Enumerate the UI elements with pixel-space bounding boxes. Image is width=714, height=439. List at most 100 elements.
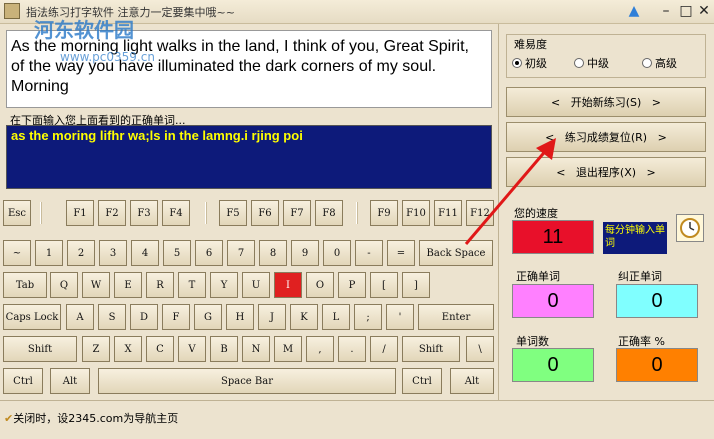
key-l[interactable]: L (322, 304, 350, 330)
key-m[interactable]: M (274, 336, 302, 362)
key-g[interactable]: G (194, 304, 222, 330)
key-p[interactable]: P (338, 272, 366, 298)
radio-dot-icon (642, 58, 652, 68)
key-f11[interactable]: F11 (434, 200, 462, 226)
key-space-bar[interactable]: Space Bar (98, 368, 396, 394)
key-caps-lock[interactable]: Caps Lock (3, 304, 61, 330)
key-u[interactable]: U (242, 272, 270, 298)
key-back-space[interactable]: Back Space (419, 240, 493, 266)
key-4[interactable]: 4 (131, 240, 159, 266)
key-n[interactable]: N (242, 336, 270, 362)
key-f[interactable]: F (162, 304, 190, 330)
key-[interactable]: ' (386, 304, 414, 330)
key-shift[interactable]: Shift (3, 336, 77, 362)
clock-icon (676, 214, 704, 242)
word-count-label: 单词数 (516, 335, 549, 348)
key-f12[interactable]: F12 (466, 200, 494, 226)
key-a[interactable]: A (66, 304, 94, 330)
app-icon (4, 3, 20, 19)
key-f9[interactable]: F9 (370, 200, 398, 226)
corrected-words-label: 纠正单词 (618, 270, 662, 283)
key-shift[interactable]: Shift (402, 336, 460, 362)
accuracy-value: 0 (616, 348, 698, 382)
key-d[interactable]: D (130, 304, 158, 330)
key-alt[interactable]: Alt (50, 368, 90, 394)
key-enter[interactable]: Enter (418, 304, 494, 330)
key-[interactable]: ] (402, 272, 430, 298)
key-e[interactable]: E (114, 272, 142, 298)
key-f3[interactable]: F3 (130, 200, 158, 226)
minimize-button[interactable]: – (656, 2, 676, 20)
reset-score-button[interactable]: < 练习成绩复位(R) > (506, 122, 706, 152)
start-practice-button[interactable]: < 开始新练习(S) > (506, 87, 706, 117)
key-9[interactable]: 9 (291, 240, 319, 266)
key-[interactable]: ~ (3, 240, 31, 266)
difficulty-title: 难易度 (514, 38, 547, 51)
key-f4[interactable]: F4 (162, 200, 190, 226)
key-2[interactable]: 2 (67, 240, 95, 266)
key-[interactable]: - (355, 240, 383, 266)
correct-words-label: 正确单词 (516, 270, 560, 283)
key-[interactable]: \ (466, 336, 494, 362)
maximize-button[interactable]: □ (676, 2, 696, 20)
corrected-words-value: 0 (616, 284, 698, 318)
speed-label: 您的速度 (514, 207, 558, 220)
key-w[interactable]: W (82, 272, 110, 298)
key-z[interactable]: Z (82, 336, 110, 362)
key-6[interactable]: 6 (195, 240, 223, 266)
key-[interactable]: = (387, 240, 415, 266)
key-h[interactable]: H (226, 304, 254, 330)
key-[interactable]: / (370, 336, 398, 362)
key-[interactable]: [ (370, 272, 398, 298)
key-r[interactable]: R (146, 272, 174, 298)
key-y[interactable]: Y (210, 272, 238, 298)
close-button[interactable]: ✕ (694, 2, 714, 20)
key-c[interactable]: C (146, 336, 174, 362)
key-x[interactable]: X (114, 336, 142, 362)
key-f6[interactable]: F6 (251, 200, 279, 226)
key-b[interactable]: B (210, 336, 238, 362)
key-0[interactable]: 0 (323, 240, 351, 266)
difficulty-intermediate[interactable]: 中级 (574, 55, 609, 71)
word-count-value: 0 (512, 348, 594, 382)
key-7[interactable]: 7 (227, 240, 255, 266)
key-o[interactable]: O (306, 272, 334, 298)
speed-value: 11 (512, 220, 594, 254)
accuracy-label: 正确率 % (618, 335, 665, 348)
key-f7[interactable]: F7 (283, 200, 311, 226)
key-[interactable]: , (306, 336, 334, 362)
exit-program-button[interactable]: < 退出程序(X) > (506, 157, 706, 187)
key-esc[interactable]: Esc (3, 200, 31, 226)
virtual-keyboard: Esc F1 F2 F3 F4 F5 F6 F7 F8 F9 F10 F11 F12 ~1 2 3 4 5 6 7 8 9… (0, 196, 498, 398)
key-s[interactable]: S (98, 304, 126, 330)
key-[interactable]: ; (354, 304, 382, 330)
skin-icon[interactable]: ▲ (624, 2, 644, 20)
key-q[interactable]: Q (50, 272, 78, 298)
key-ctrl[interactable]: Ctrl (3, 368, 43, 394)
key-f8[interactable]: F8 (315, 200, 343, 226)
key-alt[interactable]: Alt (450, 368, 494, 394)
key-ctrl[interactable]: Ctrl (402, 368, 442, 394)
key-3[interactable]: 3 (99, 240, 127, 266)
status-text[interactable]: ✔关闭时，设2345.com为导航主页 (4, 410, 178, 426)
key-v[interactable]: V (178, 336, 206, 362)
key-t[interactable]: T (178, 272, 206, 298)
key-tab[interactable]: Tab (3, 272, 47, 298)
key-separator (40, 202, 42, 224)
key-j[interactable]: J (258, 304, 286, 330)
speed-unit: 每分钟输入单词 (603, 222, 667, 254)
difficulty-beginner[interactable]: 初级 (512, 55, 547, 71)
key-k[interactable]: K (290, 304, 318, 330)
key-f2[interactable]: F2 (98, 200, 126, 226)
key-8[interactable]: 8 (259, 240, 287, 266)
key-f5[interactable]: F5 (219, 200, 247, 226)
watermark-logo: 河东软件园 (34, 18, 134, 42)
key-5[interactable]: 5 (163, 240, 191, 266)
key-[interactable]: . (338, 336, 366, 362)
key-1[interactable]: 1 (35, 240, 63, 266)
key-f1[interactable]: F1 (66, 200, 94, 226)
difficulty-advanced[interactable]: 高级 (642, 55, 677, 71)
key-i[interactable]: I (274, 272, 302, 298)
key-f10[interactable]: F10 (402, 200, 430, 226)
typing-input[interactable]: as the moring lifhr wa;ls in the lamng.i… (6, 125, 492, 189)
